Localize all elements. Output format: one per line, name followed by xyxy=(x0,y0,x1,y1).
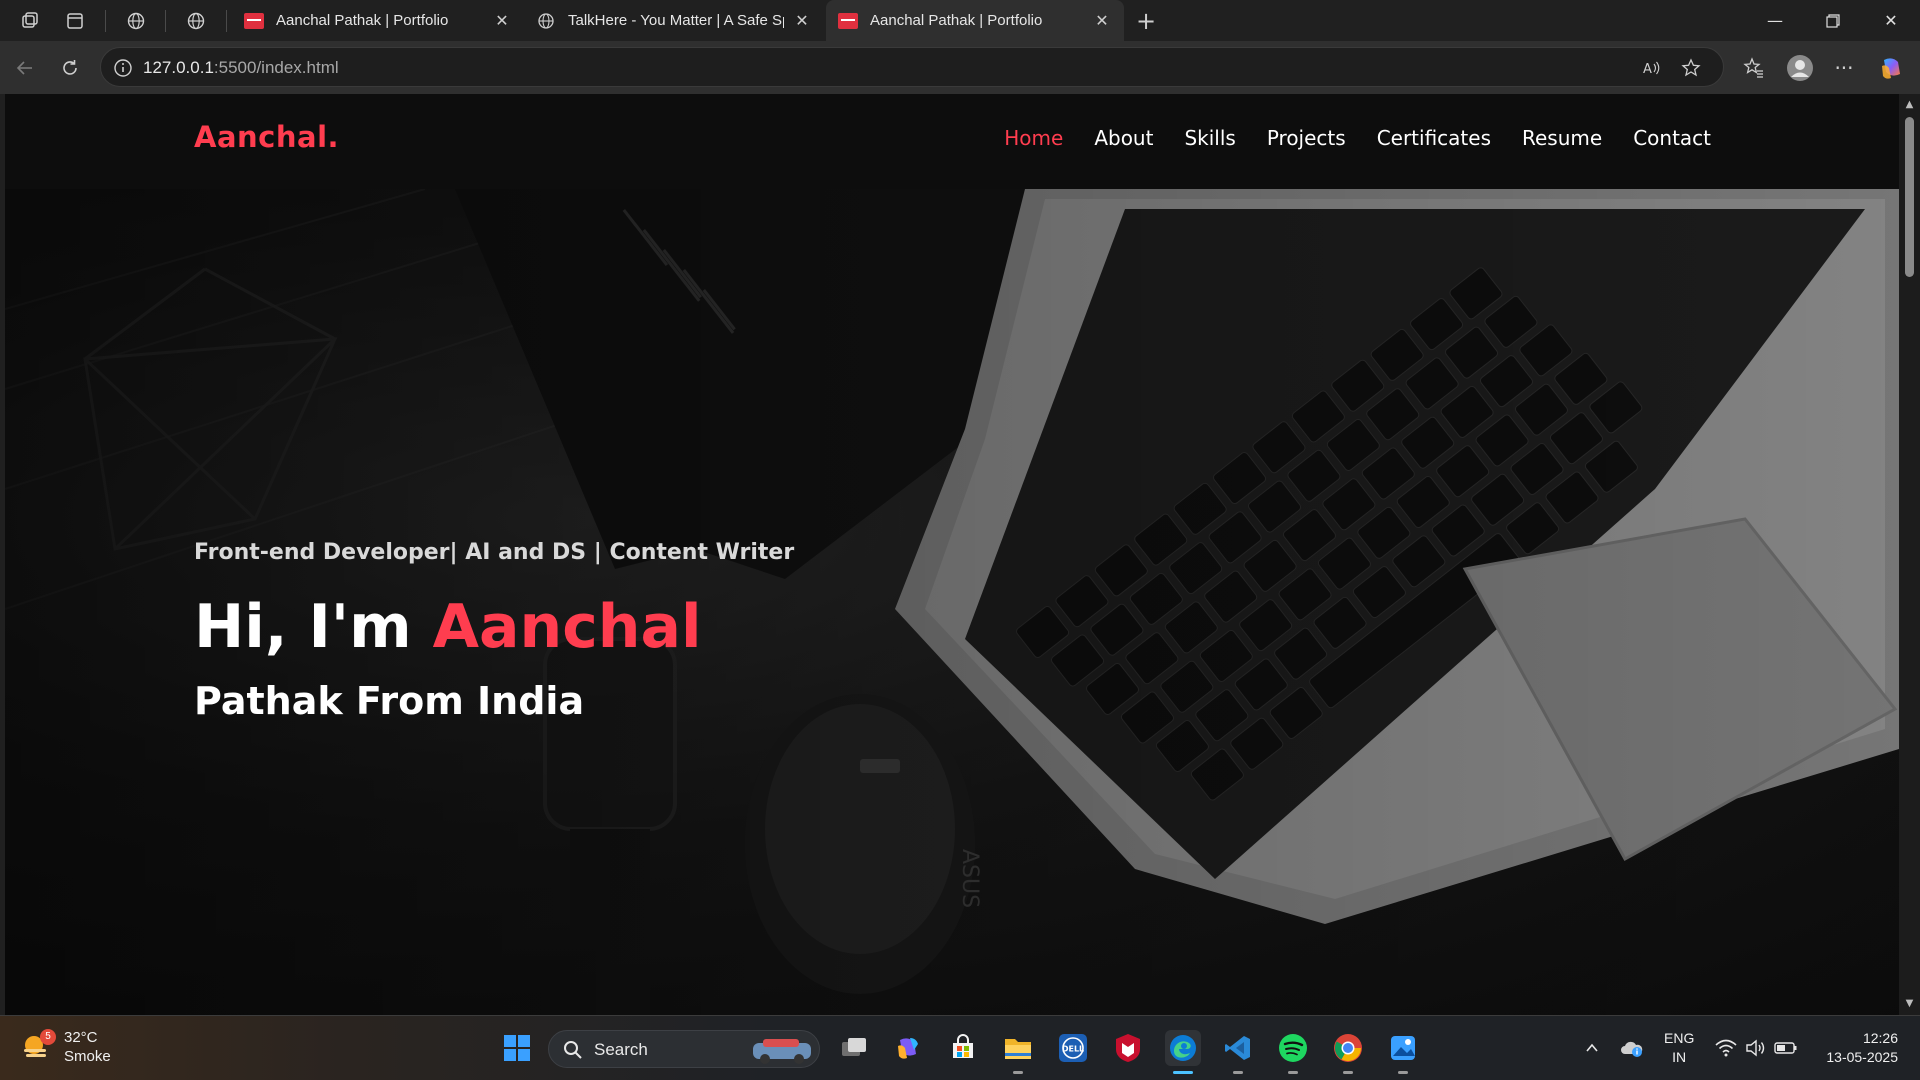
copilot-icon[interactable] xyxy=(1878,54,1906,82)
battery-icon[interactable] xyxy=(1768,1030,1804,1066)
tab-title: Aanchal Pathak | Portfolio xyxy=(870,12,1043,29)
tab-actions-icon[interactable] xyxy=(61,8,89,34)
nav-home[interactable]: Home xyxy=(1004,126,1063,150)
mcafee-icon[interactable] xyxy=(1110,1030,1146,1066)
browser-tab-active[interactable]: Aanchal Pathak | Portfolio ✕ xyxy=(826,0,1124,41)
nav-contact[interactable]: Contact xyxy=(1633,126,1711,150)
favorite-star-icon[interactable] xyxy=(1679,56,1703,80)
nav-projects[interactable]: Projects xyxy=(1267,126,1346,150)
search-icon xyxy=(564,1041,582,1059)
page-viewport: Aanchal. Home About Skills Projects Cert… xyxy=(5,94,1899,1015)
chrome-icon[interactable] xyxy=(1330,1030,1366,1074)
portfolio-favicon-icon xyxy=(838,12,858,29)
site-header: Aanchal. Home About Skills Projects Cert… xyxy=(5,94,1899,189)
back-icon[interactable] xyxy=(11,54,39,82)
weather-condition: Smoke xyxy=(64,1048,111,1065)
globe-tab-icon[interactable] xyxy=(122,8,150,34)
weather-temp: 32°C xyxy=(64,1029,98,1046)
weather-sun-icon: 5 xyxy=(20,1029,56,1063)
weather-alert-badge: 5 xyxy=(40,1029,56,1045)
clock-date: 13-05-2025 xyxy=(1826,1049,1898,1065)
hero-tagline: Front-end Developer| AI and DS | Content… xyxy=(194,540,795,565)
hero-greeting: Hi, I'm xyxy=(194,592,433,662)
browser-tab[interactable]: Aanchal Pathak | Portfolio ✕ xyxy=(232,0,524,41)
browser-tab[interactable]: TalkHere - You Matter | A Safe Space ✕ xyxy=(524,0,824,41)
nav-certificates[interactable]: Certificates xyxy=(1377,126,1491,150)
browser-tab-bar: Aanchal Pathak | Portfolio ✕ TalkHere - … xyxy=(0,0,1920,41)
onedrive-status-icon[interactable] xyxy=(1614,1030,1650,1066)
tab-title: TalkHere - You Matter | A Safe Space xyxy=(568,12,784,29)
dell-icon[interactable]: DELL xyxy=(1055,1030,1091,1066)
restore-button[interactable] xyxy=(1804,0,1862,41)
nav-about[interactable]: About xyxy=(1094,126,1153,150)
minimize-button[interactable]: — xyxy=(1746,0,1804,41)
site-info-icon[interactable] xyxy=(113,58,133,78)
windows-logo-icon xyxy=(504,1035,530,1061)
more-menu-icon[interactable]: ··· xyxy=(1830,54,1858,82)
start-button[interactable] xyxy=(499,1030,535,1066)
taskbar-search[interactable]: Search xyxy=(548,1030,820,1068)
portfolio-favicon-icon xyxy=(244,12,264,29)
windows-taskbar: 5 32°C Smoke Search DELL ENG IN 12:26 13… xyxy=(0,1015,1920,1080)
address-bar-row: 127.0.0.1:5500/index.html A ··· xyxy=(0,41,1920,94)
spotify-icon[interactable] xyxy=(1275,1030,1311,1074)
clock-time: 12:26 xyxy=(1862,1030,1898,1046)
site-logo[interactable]: Aanchal. xyxy=(194,120,339,154)
svg-text:A: A xyxy=(1643,62,1652,77)
nav-resume[interactable]: Resume xyxy=(1522,126,1602,150)
close-icon[interactable]: ✕ xyxy=(1092,11,1112,31)
edge-browser-icon[interactable] xyxy=(1165,1030,1201,1074)
close-icon[interactable]: ✕ xyxy=(492,11,512,31)
scroll-down-icon[interactable]: ▼ xyxy=(1904,999,1915,1009)
nav-skills[interactable]: Skills xyxy=(1184,126,1235,150)
task-view-icon[interactable] xyxy=(836,1030,872,1066)
scroll-up-icon[interactable]: ▲ xyxy=(1904,100,1915,110)
hero-headline: Hi, I'm Aanchal xyxy=(194,592,702,662)
microsoft-store-icon[interactable] xyxy=(945,1030,981,1066)
weather-widget[interactable]: 5 32°C Smoke xyxy=(20,1028,111,1066)
refresh-icon[interactable] xyxy=(56,54,84,82)
read-aloud-icon[interactable]: A xyxy=(1639,56,1663,80)
language-indicator[interactable]: ENG IN xyxy=(1664,1029,1694,1067)
vscode-icon[interactable] xyxy=(1220,1030,1256,1074)
svg-text:DELL: DELL xyxy=(1062,1045,1084,1054)
url-text: 127.0.0.1:5500/index.html xyxy=(143,58,339,77)
hero-subline: Pathak From India xyxy=(194,679,585,723)
search-highlight-illustration-icon xyxy=(753,1039,811,1064)
tab-title: Aanchal Pathak | Portfolio xyxy=(276,12,449,29)
url-field[interactable]: 127.0.0.1:5500/index.html A xyxy=(100,47,1724,87)
main-nav: Home About Skills Projects Certificates … xyxy=(1004,126,1711,150)
new-tab-button[interactable]: + xyxy=(1132,7,1160,35)
globe-icon xyxy=(538,12,554,29)
close-icon[interactable]: ✕ xyxy=(792,11,812,31)
scroll-thumb[interactable] xyxy=(1905,117,1914,277)
chevron-up-icon[interactable] xyxy=(1574,1030,1610,1066)
favorites-icon[interactable] xyxy=(1740,54,1768,82)
workspaces-icon[interactable] xyxy=(16,8,44,34)
page-scrollbar[interactable]: ▲ ▼ xyxy=(1899,94,1920,1015)
file-explorer-icon[interactable] xyxy=(1000,1030,1036,1074)
globe-tab-icon[interactable] xyxy=(182,8,210,34)
copilot-taskbar-icon[interactable] xyxy=(890,1030,926,1066)
profile-avatar-icon[interactable] xyxy=(1786,54,1814,82)
hero-name: Aanchal xyxy=(432,592,702,662)
close-window-button[interactable]: ✕ xyxy=(1862,0,1920,41)
system-clock[interactable]: 12:26 13-05-2025 xyxy=(1826,1029,1898,1067)
photos-app-icon[interactable] xyxy=(1385,1030,1421,1074)
